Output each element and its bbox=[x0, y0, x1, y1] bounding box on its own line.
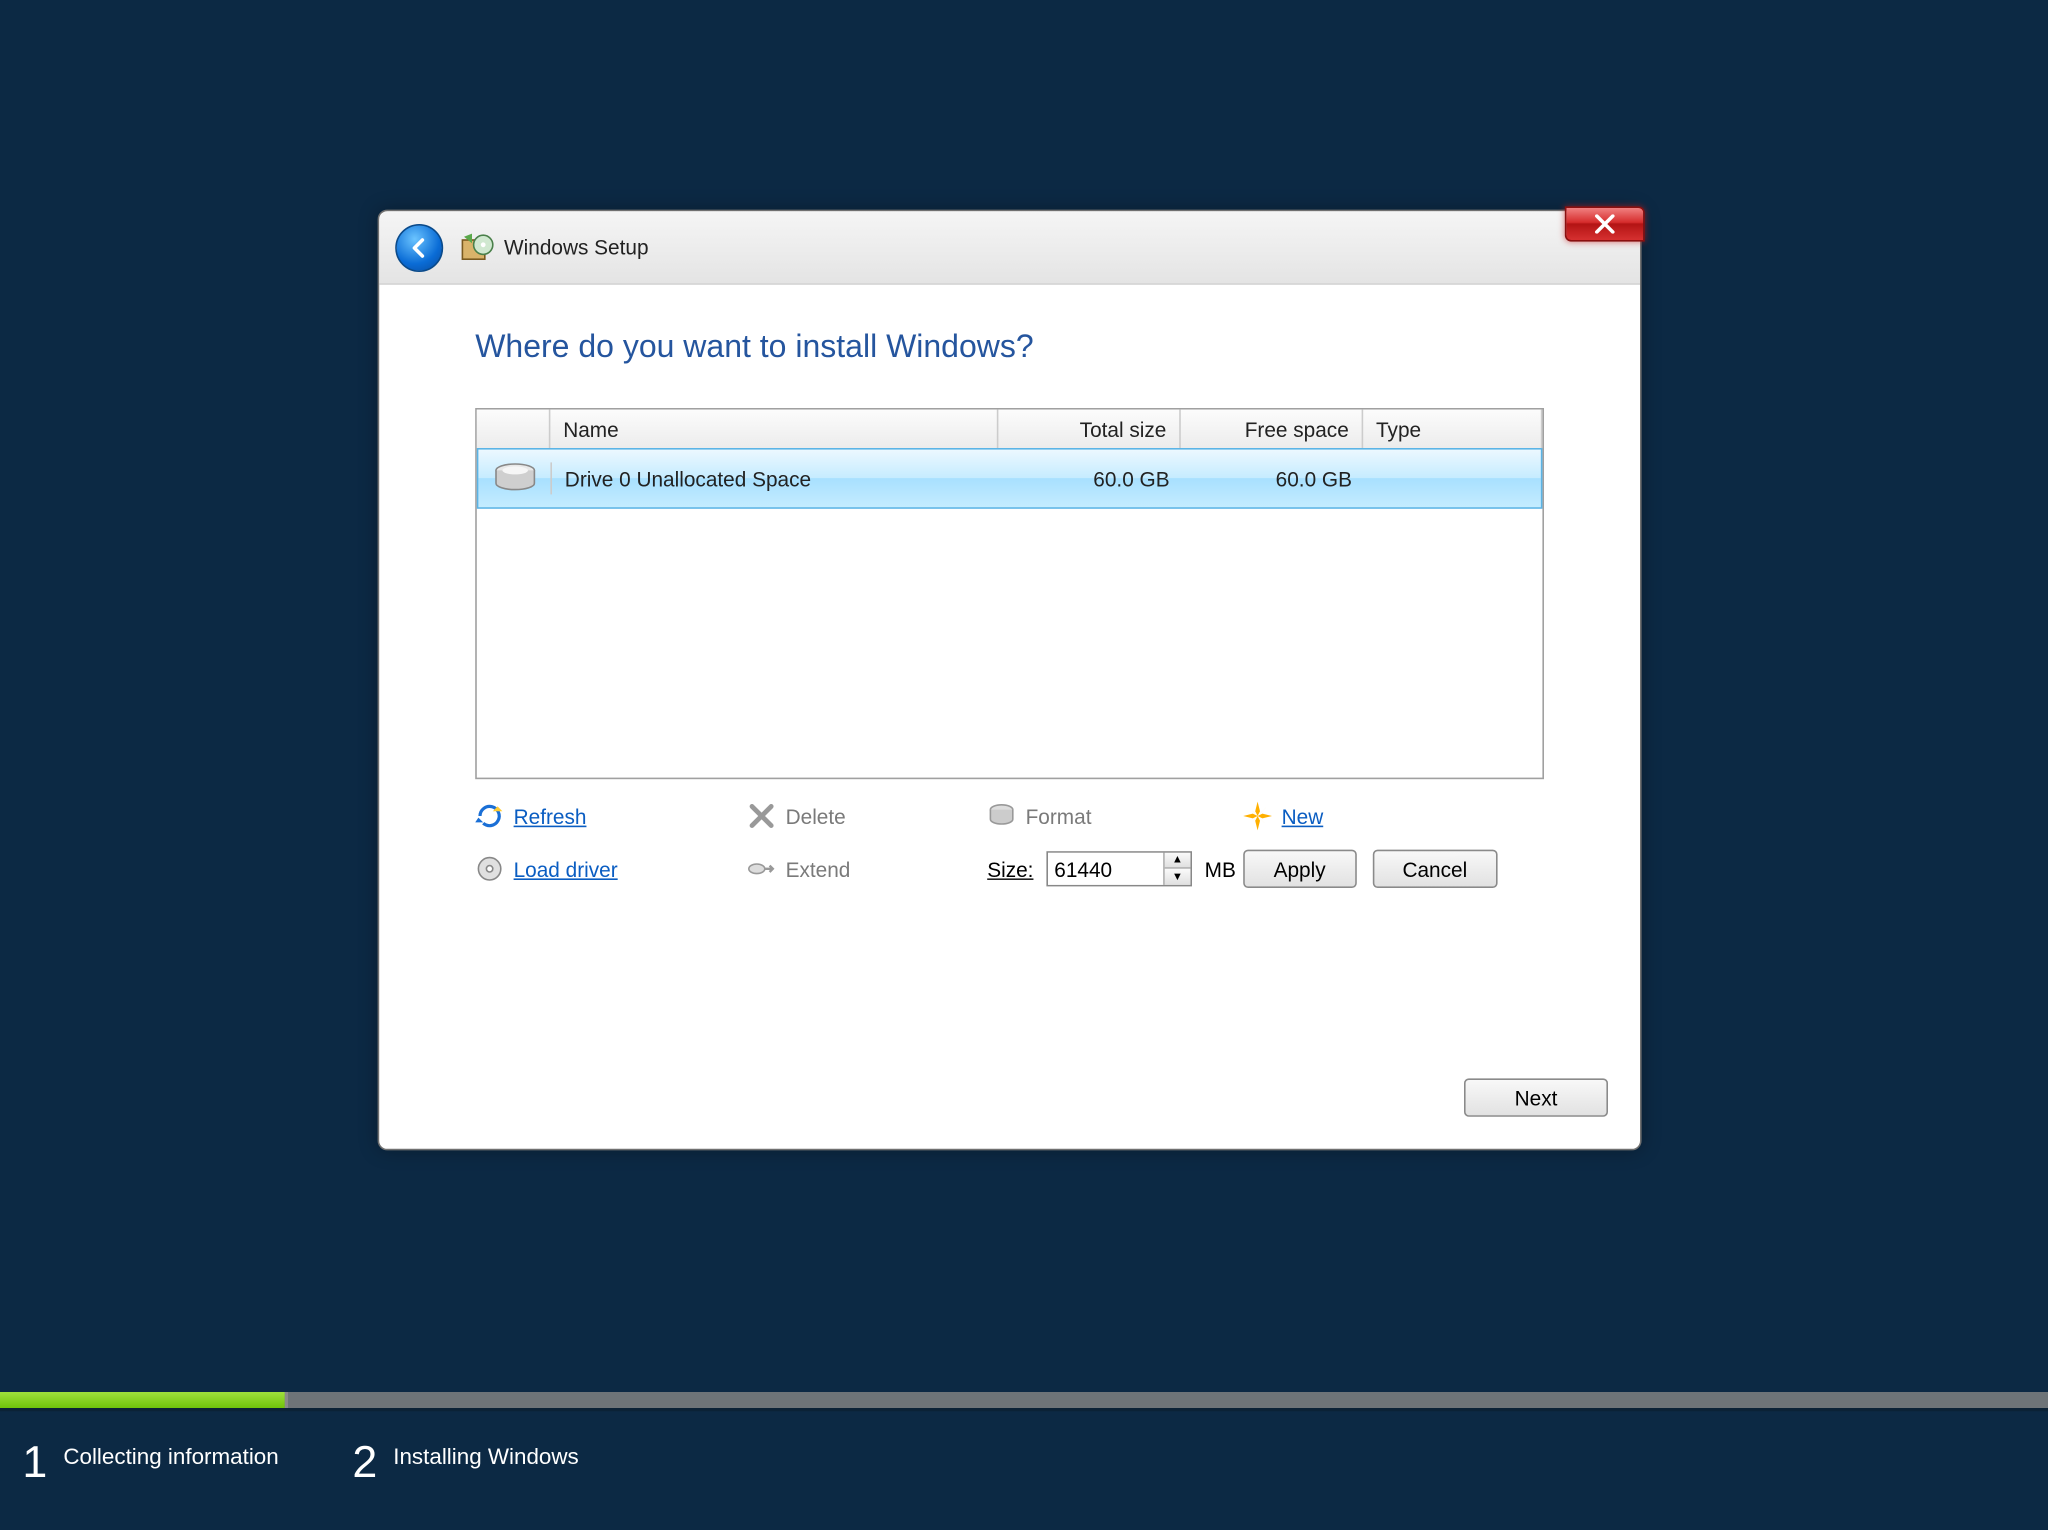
drive-free: 60.0 GB bbox=[1182, 466, 1364, 490]
load-driver-icon bbox=[475, 854, 504, 883]
page-heading: Where do you want to install Windows? bbox=[475, 330, 1544, 367]
drive-name: Drive 0 Unallocated Space bbox=[552, 466, 1000, 490]
progress-track bbox=[0, 1392, 2048, 1408]
back-button[interactable] bbox=[395, 223, 443, 271]
step-2-label: Installing Windows bbox=[393, 1440, 579, 1469]
progress-fill bbox=[0, 1392, 288, 1408]
back-arrow-icon bbox=[406, 234, 432, 260]
size-spinner: ▲ ▼ bbox=[1163, 853, 1190, 885]
setup-dialog: Windows Setup Where do you want to insta… bbox=[378, 210, 1642, 1151]
close-icon bbox=[1594, 214, 1616, 233]
delete-label: Delete bbox=[786, 804, 846, 828]
refresh-link[interactable]: Refresh bbox=[475, 802, 747, 831]
col-total-header[interactable]: Total size bbox=[998, 410, 1180, 448]
format-icon bbox=[987, 802, 1016, 831]
delete-icon bbox=[747, 802, 776, 831]
size-unit: MB bbox=[1205, 857, 1236, 881]
new-star-icon bbox=[1243, 802, 1272, 831]
dialog-content: Where do you want to install Windows? Na… bbox=[379, 285, 1640, 888]
hard-drive-icon bbox=[492, 462, 537, 494]
apply-button[interactable]: Apply bbox=[1243, 850, 1356, 888]
extend-label: Extend bbox=[786, 857, 851, 881]
col-type-header[interactable]: Type bbox=[1363, 410, 1542, 448]
next-button[interactable]: Next bbox=[1464, 1078, 1608, 1116]
refresh-icon bbox=[475, 802, 504, 831]
new-label: New bbox=[1282, 804, 1324, 828]
drive-icon-cell bbox=[478, 462, 552, 494]
size-input-wrap: ▲ ▼ bbox=[1046, 851, 1192, 886]
drive-total: 60.0 GB bbox=[1000, 466, 1182, 490]
cancel-button[interactable]: Cancel bbox=[1372, 850, 1498, 888]
size-controls: Size: ▲ ▼ MB bbox=[987, 850, 1243, 888]
drive-table: Name Total size Free space Type Drive 0 … bbox=[475, 408, 1544, 779]
size-label: Size: bbox=[987, 857, 1033, 881]
apply-cancel-group: Apply Cancel bbox=[1243, 850, 1544, 888]
close-button[interactable] bbox=[1565, 206, 1645, 241]
footer-step-1: 1 Collecting information bbox=[22, 1440, 278, 1485]
col-icon-header[interactable] bbox=[477, 410, 551, 448]
table-header: Name Total size Free space Type bbox=[477, 410, 1543, 448]
step-1-label: Collecting information bbox=[63, 1440, 278, 1469]
format-link: Format bbox=[987, 802, 1243, 831]
delete-link: Delete bbox=[747, 802, 987, 831]
window-title: Windows Setup bbox=[504, 235, 649, 259]
size-input[interactable] bbox=[1048, 853, 1163, 885]
step-1-number: 1 bbox=[22, 1440, 47, 1485]
col-name-header[interactable]: Name bbox=[550, 410, 998, 448]
drive-row[interactable]: Drive 0 Unallocated Space 60.0 GB 60.0 G… bbox=[477, 448, 1543, 509]
drive-actions: Refresh Delete Format New Load driver bbox=[475, 802, 1544, 888]
setup-footer: 1 Collecting information 2 Installing Wi… bbox=[0, 1392, 2048, 1530]
load-driver-label: Load driver bbox=[514, 857, 618, 881]
new-link[interactable]: New bbox=[1243, 802, 1544, 831]
extend-link: Extend bbox=[747, 850, 987, 888]
setup-disc-icon bbox=[459, 230, 494, 265]
format-label: Format bbox=[1026, 804, 1092, 828]
step-2-number: 2 bbox=[352, 1440, 377, 1485]
load-driver-link[interactable]: Load driver bbox=[475, 850, 747, 888]
col-free-header[interactable]: Free space bbox=[1181, 410, 1363, 448]
footer-steps: 1 Collecting information 2 Installing Wi… bbox=[0, 1411, 2048, 1513]
size-spin-down[interactable]: ▼ bbox=[1165, 869, 1191, 885]
refresh-label: Refresh bbox=[514, 804, 587, 828]
extend-icon bbox=[747, 854, 776, 883]
titlebar: Windows Setup bbox=[379, 211, 1640, 285]
footer-step-2: 2 Installing Windows bbox=[352, 1440, 578, 1485]
size-spin-up[interactable]: ▲ bbox=[1165, 853, 1191, 869]
